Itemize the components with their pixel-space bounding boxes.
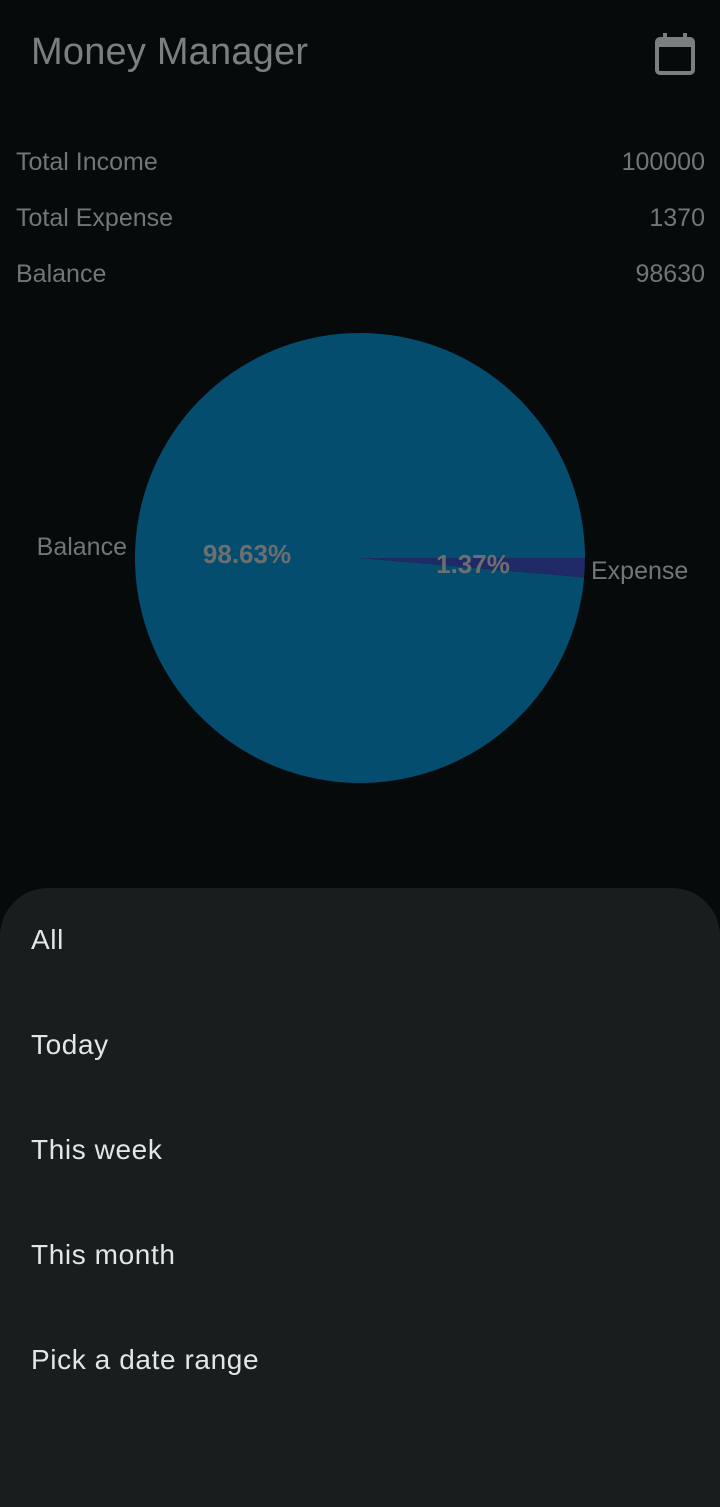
pie-chart: 98.63% 1.37% Balance Expense (0, 300, 720, 820)
calendar-button[interactable] (646, 26, 704, 82)
pie-category-label-balance: Balance (37, 533, 127, 561)
app-title: Money Manager (31, 31, 309, 73)
total-income-row: Total Income 100000 (16, 134, 705, 190)
filter-option-all[interactable]: All (0, 888, 720, 992)
filter-option-today[interactable]: Today (0, 993, 720, 1097)
pie-category-label-expense: Expense (591, 557, 688, 585)
pie-chart-svg: 98.63% 1.37% Balance Expense (37, 332, 688, 783)
summary-section: Total Income 100000 Total Expense 1370 B… (16, 134, 705, 302)
filter-option-this-week[interactable]: This week (0, 1098, 720, 1202)
pie-percent-label-balance: 98.63% (203, 539, 291, 569)
pie-percent-label-expense: 1.37% (436, 549, 510, 579)
date-filter-sheet: All Today This week This month Pick a da… (0, 888, 720, 1507)
filter-option-pick-date-range[interactable]: Pick a date range (0, 1308, 720, 1412)
balance-label: Balance (16, 259, 107, 288)
filter-option-this-month[interactable]: This month (0, 1203, 720, 1307)
calendar-icon (655, 33, 695, 75)
total-income-label: Total Income (16, 147, 158, 176)
app-bar: Money Manager (0, 0, 720, 104)
total-expense-value: 1370 (649, 203, 705, 232)
total-expense-row: Total Expense 1370 (16, 190, 705, 246)
money-manager-screen: Money Manager Total Income 100000 Total … (0, 0, 720, 1507)
balance-row: Balance 98630 (16, 246, 705, 302)
balance-value: 98630 (635, 259, 705, 288)
total-income-value: 100000 (621, 147, 705, 176)
total-expense-label: Total Expense (16, 203, 174, 232)
